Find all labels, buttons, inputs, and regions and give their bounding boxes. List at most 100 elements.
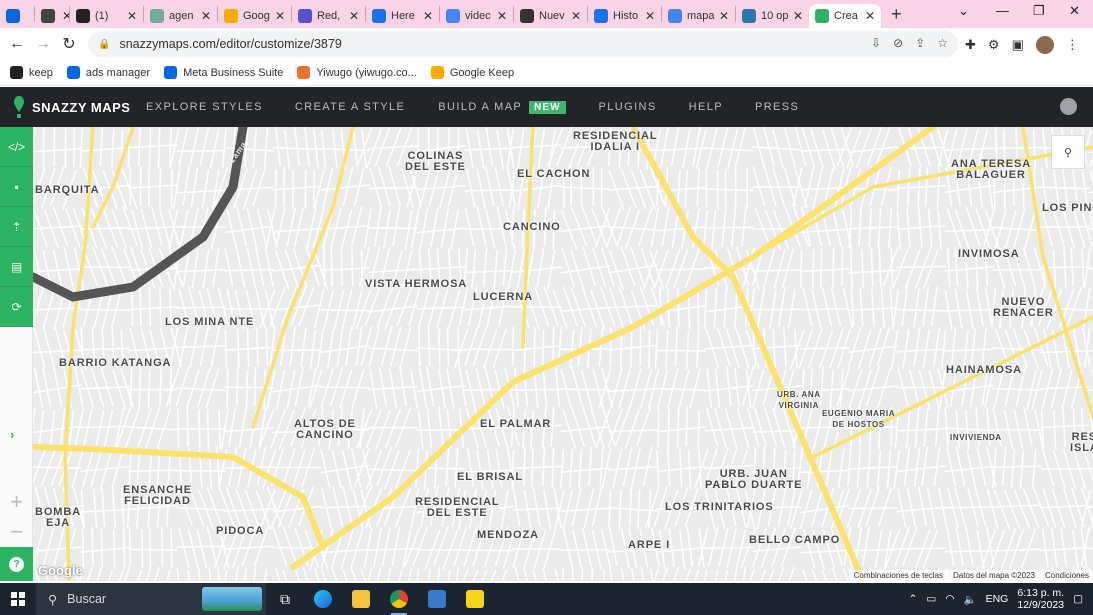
edge-icon[interactable]	[304, 583, 342, 615]
chevron-up-icon[interactable]: ⌃	[909, 593, 918, 605]
road	[404, 210, 413, 250]
browser-tab[interactable]: Nuev ✕	[514, 4, 587, 28]
browser-tab[interactable]	[0, 4, 34, 28]
map-canvas[interactable]: RESIDENCIAL IDALIA I COLINAS DEL ESTE EL C…	[33, 127, 1093, 581]
road	[914, 408, 920, 449]
upload-icon[interactable]: ⇡	[0, 207, 33, 247]
keyboard-shortcuts-link[interactable]: Combinaciones de teclas	[854, 571, 943, 580]
road	[772, 328, 777, 369]
volume-icon[interactable]: 🔈	[964, 593, 977, 606]
new-tab-icon[interactable]: +	[891, 4, 902, 25]
file-explorer-icon[interactable]	[342, 583, 380, 615]
bookmark-item[interactable]: ads manager	[66, 66, 150, 79]
menu-dots-icon[interactable]: ⋮	[1066, 37, 1079, 53]
browser-tab[interactable]: 10 op ✕	[736, 4, 809, 28]
bookmark-star-icon[interactable]: ☆	[937, 36, 948, 50]
minimize-button[interactable]: —	[996, 3, 1009, 18]
close-tab-icon[interactable]: ✕	[349, 9, 359, 23]
chevron-right-icon[interactable]: ›	[10, 427, 14, 442]
help-button[interactable]: ?	[0, 547, 33, 581]
nav-press[interactable]: PRESS	[755, 101, 799, 113]
sync-icon[interactable]: ⟳	[0, 287, 33, 327]
close-tab-icon[interactable]: ✕	[127, 9, 137, 23]
zoom-out-icon[interactable]: −	[0, 519, 33, 545]
bookmark-item[interactable]: Yiwugo (yiwugo.co...	[297, 66, 417, 79]
browser-tab[interactable]: Goog ✕	[218, 4, 291, 28]
road	[866, 366, 880, 406]
nav-create-style[interactable]: CREATE A STYLE	[295, 101, 405, 113]
close-tab-icon[interactable]: ✕	[793, 9, 803, 23]
taskbar-search[interactable]: ⚲ Buscar	[36, 583, 266, 615]
zoom-in-icon[interactable]: +	[0, 489, 33, 515]
road	[323, 289, 335, 329]
user-account-icon[interactable]	[1060, 98, 1077, 115]
extension-icon[interactable]: ⚙	[988, 37, 1000, 53]
back-arrow-icon[interactable]: ←	[4, 35, 30, 53]
profile-avatar[interactable]	[1035, 36, 1054, 54]
close-tab-icon[interactable]: ✕	[571, 9, 581, 23]
eye-off-icon[interactable]: ⊘	[893, 36, 903, 50]
code-icon[interactable]: </>	[0, 127, 33, 167]
sticky-notes-icon[interactable]	[456, 583, 494, 615]
browser-tab[interactable]: videc ✕	[440, 4, 513, 28]
chrome-icon[interactable]	[380, 583, 418, 615]
tab-search-button[interactable]: ⌄	[958, 3, 969, 19]
map-search-icon[interactable]: ⚲	[1051, 135, 1085, 169]
url-input[interactable]: 🔒 snazzymaps.com/editor/customize/3879 ⇩…	[88, 31, 958, 57]
bookmark-item[interactable]: Meta Business Suite	[164, 66, 283, 79]
bookmark-item[interactable]: keep	[10, 66, 53, 79]
browser-tab[interactable]: Crea ✕	[809, 4, 881, 28]
close-tab-icon[interactable]: ✕	[423, 9, 433, 23]
install-icon[interactable]: ⇩	[871, 36, 881, 50]
notification-icon[interactable]: ▢	[1073, 593, 1083, 605]
start-button[interactable]	[0, 592, 36, 606]
calculator-icon[interactable]	[418, 583, 456, 615]
close-tab-icon[interactable]: ✕	[497, 9, 507, 23]
reload-icon[interactable]: ↻	[56, 34, 82, 54]
browser-tab[interactable]: (1) ✕	[70, 4, 143, 28]
road	[464, 269, 514, 274]
nav-build-map[interactable]: BUILD A MAP NEW	[438, 100, 566, 114]
tab-title: Crea	[834, 10, 858, 22]
close-tab-icon[interactable]: ✕	[865, 9, 875, 23]
forward-arrow-icon[interactable]: →	[30, 35, 56, 53]
close-tab-icon[interactable]: ✕	[62, 9, 69, 23]
close-window-button[interactable]: ✕	[1069, 3, 1080, 19]
language-indicator[interactable]: ENG	[986, 593, 1009, 605]
browser-tab[interactable]: ✕	[35, 4, 69, 28]
road	[238, 408, 247, 449]
nav-explore-styles[interactable]: EXPLORE STYLES	[146, 101, 263, 113]
browser-tab[interactable]: agen ✕	[144, 4, 217, 28]
lock-icon[interactable]: 🔒	[98, 39, 110, 50]
nav-help[interactable]: HELP	[689, 101, 723, 113]
browser-tab[interactable]: Here ✕	[366, 4, 439, 28]
snazzy-logo[interactable]: SNAZZY MAPS	[14, 96, 131, 118]
battery-icon[interactable]: ▭	[926, 593, 936, 605]
close-tab-icon[interactable]: ✕	[719, 9, 729, 23]
wifi-icon[interactable]: ◠	[945, 593, 954, 605]
save-icon[interactable]: ▪	[0, 167, 33, 207]
bookmark-item[interactable]: Google Keep	[430, 66, 514, 79]
side-panel-icon[interactable]: ▣	[1012, 37, 1024, 53]
road	[391, 526, 401, 567]
road	[636, 406, 652, 447]
nav-plugins[interactable]: PLUGINS	[599, 101, 657, 113]
image-icon[interactable]: ▤	[0, 247, 33, 287]
task-view-icon[interactable]: ⧉	[266, 583, 304, 615]
share-icon[interactable]: ⇪	[915, 36, 925, 50]
browser-tab[interactable]: mapa ✕	[662, 4, 735, 28]
road	[196, 529, 208, 569]
road	[946, 208, 962, 248]
close-tab-icon[interactable]: ✕	[201, 9, 211, 23]
clock[interactable]: 6:13 p. m. 12/9/2023	[1017, 587, 1064, 611]
browser-tab[interactable]: Red, ✕	[292, 4, 365, 28]
close-tab-icon[interactable]: ✕	[645, 9, 655, 23]
road	[913, 288, 920, 328]
restore-button[interactable]: ❐	[1033, 3, 1045, 19]
road	[803, 167, 815, 208]
browser-tab[interactable]: Histo ✕	[588, 4, 661, 28]
close-tab-icon[interactable]: ✕	[275, 9, 285, 23]
road	[190, 167, 199, 208]
terms-link[interactable]: Condiciones	[1045, 571, 1089, 580]
extensions-puzzle-icon[interactable]: ✚	[965, 37, 976, 53]
